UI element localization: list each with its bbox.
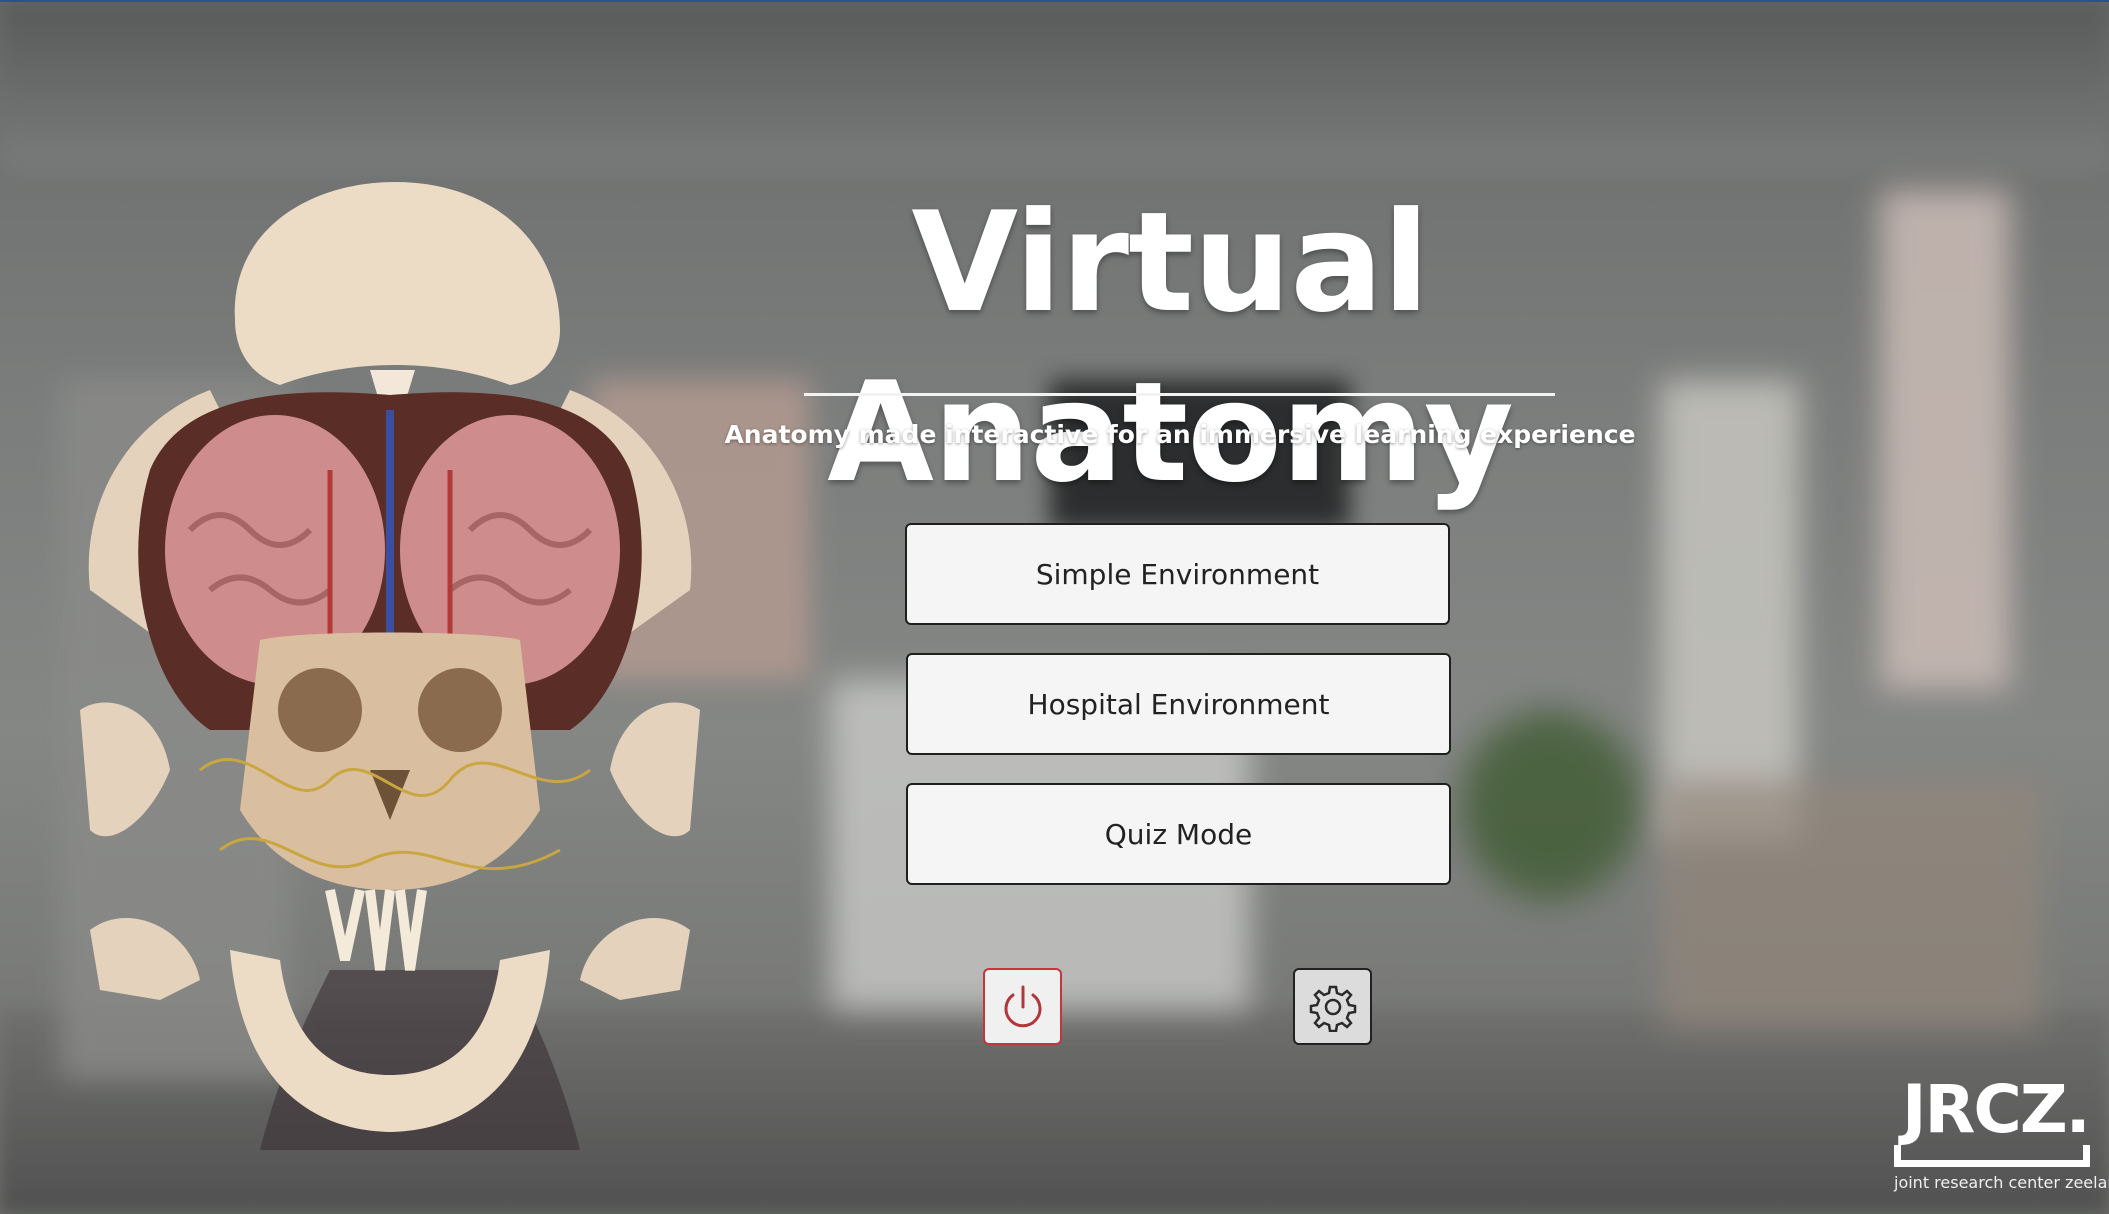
logo-bracket xyxy=(1894,1145,2090,1167)
title-divider xyxy=(804,393,1555,396)
app-subtitle: Anatomy made interactive for an immersiv… xyxy=(724,420,1636,449)
logo-tagline: joint research center zeeland xyxy=(1894,1173,2109,1192)
hospital-environment-button[interactable]: Hospital Environment xyxy=(906,653,1451,755)
logo-wordmark: JRCZ. xyxy=(1902,1071,2091,1148)
quiz-mode-button[interactable]: Quiz Mode xyxy=(906,783,1451,885)
gear-icon xyxy=(1309,985,1356,1032)
power-icon xyxy=(1004,985,1041,1027)
jrcz-logo: JRCZ. joint research center zeeland xyxy=(1888,1071,2109,1192)
settings-button[interactable] xyxy=(1293,968,1372,1045)
power-button[interactable] xyxy=(983,968,1062,1045)
app-title: Virtual Anatomy xyxy=(827,182,1514,513)
simple-environment-button[interactable]: Simple Environment xyxy=(905,523,1450,625)
top-accent-line xyxy=(0,0,2109,2)
